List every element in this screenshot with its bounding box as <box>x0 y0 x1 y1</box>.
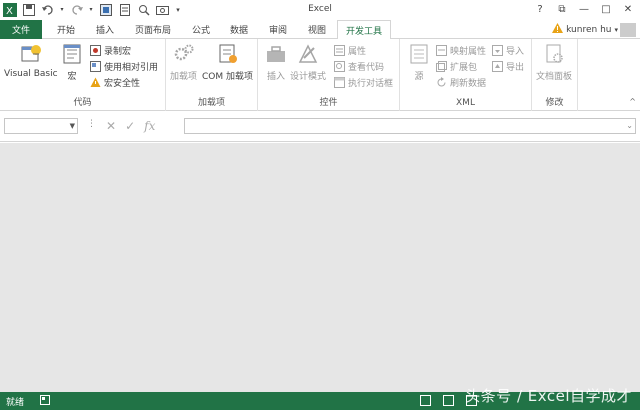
group-controls-label: 控件 <box>319 98 338 108</box>
cancel-icon[interactable]: ✕ <box>106 119 116 133</box>
run-dialog-icon <box>334 76 345 88</box>
macro-recording-icon[interactable] <box>40 395 50 405</box>
refresh-icon <box>437 76 446 86</box>
design-mode-button[interactable]: 设计模式 <box>290 42 326 82</box>
status-ready: 就绪 <box>6 398 25 408</box>
com-addins-icon <box>219 44 237 63</box>
relative-references-button[interactable]: 使用相对引用 <box>90 60 158 73</box>
document-panel-button[interactable]: 文档面板 <box>536 42 572 82</box>
expansion-packs-button[interactable]: 扩展包 <box>436 60 477 73</box>
map-properties-icon <box>436 44 447 56</box>
tab-file[interactable]: 文件 <box>0 20 42 39</box>
insert-control-button[interactable]: 插入 <box>264 42 288 82</box>
user-name: kunren hu <box>566 24 612 35</box>
macro-security-icon <box>90 77 101 87</box>
record-macro-icon <box>90 44 101 56</box>
addins-button[interactable]: 加载项 <box>170 42 197 82</box>
warning-icon <box>552 23 564 36</box>
gear-icon <box>174 44 193 61</box>
tab-view[interactable]: 视图 <box>298 20 336 39</box>
watermark: 头条号 / Excel自学成才 <box>465 387 632 405</box>
formula-bar: ▼ ⋮ ✕ ✓ fx ⌄ <box>0 112 640 142</box>
record-macro-button[interactable]: 录制宏 <box>90 44 131 57</box>
export-icon <box>492 60 503 72</box>
tab-developer[interactable]: 开发工具 <box>337 20 391 40</box>
name-box[interactable]: ▼ <box>4 118 78 134</box>
expansion-packs-icon <box>436 60 447 72</box>
group-code: Visual Basic 宏 录制宏 使用相对引用 宏安全性 代码 <box>0 39 166 111</box>
import-icon <box>492 44 503 56</box>
ribbon-display-options-button[interactable]: ⧉ <box>554 2 570 17</box>
com-addins-button[interactable]: COM 加载项 <box>202 42 253 82</box>
export-button[interactable]: 导出 <box>492 60 524 73</box>
minimize-button[interactable]: — <box>576 2 592 17</box>
document-panel-icon <box>546 44 563 63</box>
group-xml: 源 映射属性 扩展包 刷新数据 导入 导出 XML <box>400 39 532 111</box>
relative-references-icon <box>90 60 101 72</box>
tab-insert[interactable]: 插入 <box>86 20 124 39</box>
macros-button[interactable]: 宏 <box>60 42 84 82</box>
properties-button[interactable]: 属性 <box>334 44 366 57</box>
macros-icon <box>63 44 81 64</box>
workbook-area <box>0 143 640 392</box>
group-modify: 文档面板 修改 <box>532 39 578 111</box>
tab-formulas[interactable]: 公式 <box>182 20 220 39</box>
group-xml-label: XML <box>456 98 475 108</box>
group-modify-label: 修改 <box>545 98 564 108</box>
formula-buttons: ✕ ✓ fx <box>100 118 181 134</box>
enter-icon[interactable]: ✓ <box>125 119 135 133</box>
group-addins: 加载项 COM 加载项 加载项 <box>166 39 258 111</box>
formula-bar-resize-handle[interactable]: ⋮ <box>87 119 96 129</box>
name-box-dropdown-icon[interactable]: ▼ <box>70 122 75 130</box>
normal-view-icon[interactable] <box>420 395 431 406</box>
help-button[interactable]: ? <box>532 2 548 17</box>
design-mode-icon <box>298 44 318 63</box>
user-account[interactable]: kunren hu ▾ <box>552 23 618 36</box>
refresh-data-button[interactable]: 刷新数据 <box>436 76 486 89</box>
insert-function-icon[interactable]: fx <box>144 119 155 133</box>
xml-source-button[interactable]: 源 <box>407 42 431 82</box>
group-addins-label: 加载项 <box>197 98 225 108</box>
avatar[interactable] <box>620 23 636 37</box>
map-properties-button[interactable]: 映射属性 <box>436 44 486 57</box>
view-code-button[interactable]: 查看代码 <box>334 60 384 73</box>
toolbox-icon <box>267 46 285 62</box>
group-code-label: 代码 <box>73 98 92 108</box>
user-dropdown-icon: ▾ <box>614 25 618 34</box>
macro-security-button[interactable]: 宏安全性 <box>90 76 140 89</box>
collapse-ribbon-button[interactable]: ^ <box>629 97 636 106</box>
visual-basic-button[interactable]: Visual Basic <box>4 42 58 79</box>
properties-icon <box>334 44 345 56</box>
window-controls: ? ⧉ — □ ✕ <box>532 2 636 17</box>
view-code-icon <box>334 60 345 72</box>
maximize-button[interactable]: □ <box>598 2 614 17</box>
close-button[interactable]: ✕ <box>620 2 636 17</box>
import-button[interactable]: 导入 <box>492 44 524 57</box>
page-layout-view-icon[interactable] <box>443 395 454 406</box>
tab-review[interactable]: 审阅 <box>259 20 297 39</box>
group-controls: 插入 设计模式 属性 查看代码 执行对话框 控件 <box>258 39 400 111</box>
tab-page-layout[interactable]: 页面布局 <box>126 20 180 39</box>
ribbon-tabs: 文件 开始 插入 页面布局 公式 数据 审阅 视图 开发工具 kunren hu… <box>0 20 640 40</box>
title-bar: X ▾ ▾ ▾ Excel ? ⧉ — □ ✕ <box>0 0 640 20</box>
xml-source-icon <box>410 44 428 64</box>
formula-input[interactable]: ⌄ <box>184 118 636 134</box>
status-bar: 就绪 头条号 / Excel自学成才 <box>0 387 640 410</box>
visual-basic-icon <box>21 45 41 62</box>
ribbon: Visual Basic 宏 录制宏 使用相对引用 宏安全性 代码 加载项 CO… <box>0 39 640 111</box>
tab-data[interactable]: 数据 <box>220 20 258 39</box>
expand-formula-bar-icon[interactable]: ⌄ <box>626 121 633 130</box>
run-dialog-button[interactable]: 执行对话框 <box>334 76 393 89</box>
tab-home[interactable]: 开始 <box>47 20 85 39</box>
